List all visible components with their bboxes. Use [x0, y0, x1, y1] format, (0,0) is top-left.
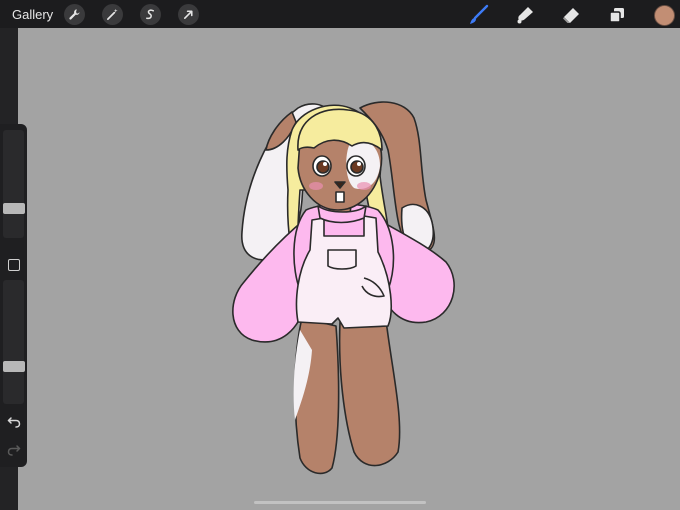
color-picker-button[interactable] — [654, 5, 675, 26]
modify-button[interactable] — [8, 259, 20, 271]
transform-arrow-icon — [183, 10, 193, 20]
redo-icon[interactable] — [7, 442, 21, 456]
selection-button[interactable] — [140, 4, 161, 25]
eraser-button[interactable] — [560, 4, 582, 26]
opacity-slider[interactable] — [3, 280, 24, 404]
adjustments-button[interactable] — [102, 4, 123, 25]
selection-icon — [146, 9, 155, 20]
smudge-icon — [517, 7, 533, 24]
opacity-handle[interactable] — [3, 361, 25, 373]
sidebar — [0, 124, 27, 467]
transform-button[interactable] — [178, 4, 199, 25]
actions-button[interactable] — [64, 4, 85, 25]
wrench-icon — [69, 9, 80, 20]
drawing-canvas[interactable] — [18, 28, 680, 510]
artwork-bunny-character — [232, 101, 455, 475]
brush-icon — [470, 4, 489, 24]
brush-size-slider[interactable] — [3, 130, 24, 238]
brush-size-handle[interactable] — [3, 202, 25, 214]
gallery-button[interactable]: Gallery — [12, 7, 53, 22]
toolbar: Gallery — [0, 0, 680, 28]
layers-button[interactable] — [606, 4, 628, 26]
undo-icon[interactable] — [7, 414, 21, 428]
eraser-icon — [563, 8, 579, 23]
home-indicator — [254, 501, 426, 504]
layers-icon — [609, 8, 624, 23]
smudge-button[interactable] — [514, 4, 536, 26]
brush-button[interactable] — [468, 4, 490, 26]
magic-wand-icon — [107, 8, 118, 20]
